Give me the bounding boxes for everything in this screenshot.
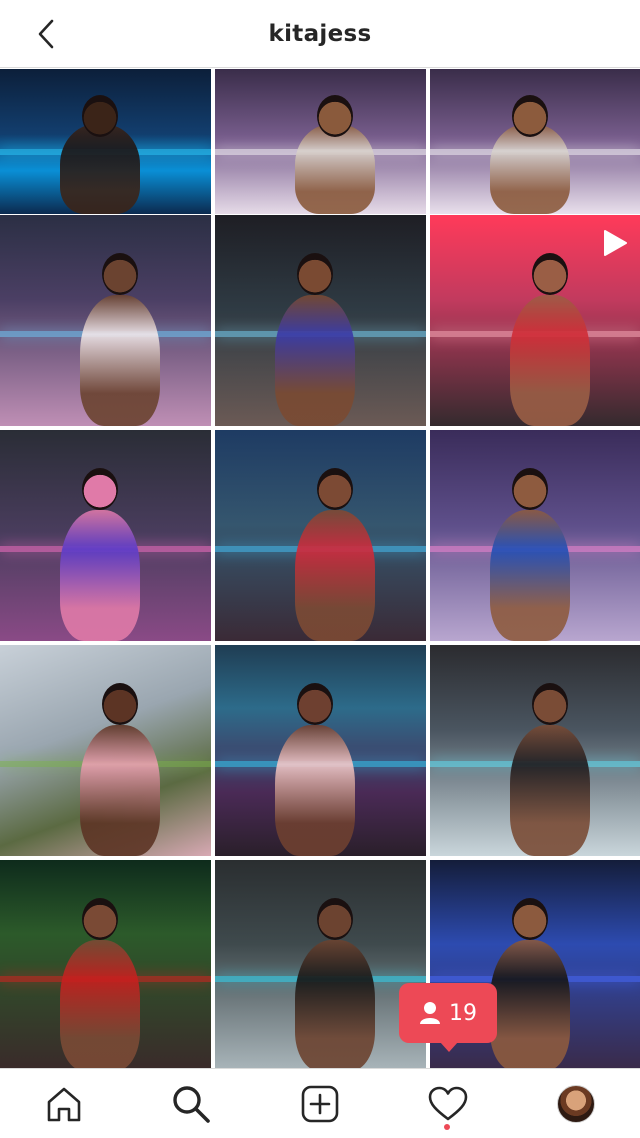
post-thumbnail[interactable] <box>430 215 640 426</box>
image-figure <box>490 510 570 641</box>
top-bar: kitajess <box>0 0 640 68</box>
home-icon <box>47 1087 81 1122</box>
image-figure <box>490 940 570 1068</box>
image-figure <box>80 295 160 426</box>
image-figure-head <box>102 682 138 725</box>
tab-home[interactable] <box>43 1083 85 1125</box>
post-thumbnail[interactable] <box>430 430 640 641</box>
post-thumbnail[interactable] <box>430 645 640 856</box>
image-figure-head <box>512 95 548 138</box>
post-thumbnail[interactable] <box>215 215 426 426</box>
post-thumbnail[interactable] <box>0 860 211 1068</box>
image-figure <box>80 725 160 856</box>
image-figure <box>275 295 355 426</box>
tab-activity[interactable] <box>427 1083 469 1125</box>
post-thumbnail[interactable] <box>215 430 426 641</box>
avatar <box>557 1085 595 1123</box>
image-figure <box>510 725 590 856</box>
image-figure-head <box>512 897 548 940</box>
image-figure <box>60 940 140 1068</box>
image-figure <box>295 940 375 1068</box>
image-figure-head <box>297 252 333 295</box>
image-figure-head <box>82 95 118 138</box>
image-figure <box>295 124 375 214</box>
follower-notification-badge[interactable]: 19 <box>399 983 497 1052</box>
post-thumbnail[interactable] <box>430 69 640 214</box>
heart-icon <box>428 1086 468 1121</box>
play-video-icon <box>604 230 627 256</box>
tab-search[interactable] <box>170 1083 212 1125</box>
plus-square-icon <box>301 1085 339 1123</box>
image-figure-head <box>102 252 138 295</box>
chevron-left-icon <box>38 19 54 49</box>
image-figure <box>295 510 375 641</box>
post-thumbnail[interactable] <box>0 69 211 214</box>
image-figure-head <box>512 467 548 510</box>
image-figure-head <box>317 897 353 940</box>
image-figure <box>60 510 140 641</box>
tab-new-post[interactable] <box>299 1083 341 1125</box>
post-thumbnail[interactable] <box>215 645 426 856</box>
search-icon <box>173 1086 210 1123</box>
post-thumbnail[interactable] <box>0 430 211 641</box>
post-thumbnail[interactable] <box>0 215 211 426</box>
notification-count: 19 <box>449 1000 477 1026</box>
image-figure-head <box>82 897 118 940</box>
bottom-tab-bar <box>0 1068 640 1138</box>
tab-profile[interactable] <box>555 1083 597 1125</box>
page-title: kitajess <box>268 20 372 47</box>
back-button[interactable] <box>26 14 66 54</box>
image-figure <box>490 124 570 214</box>
person-icon <box>420 1002 440 1024</box>
image-figure-head <box>297 682 333 725</box>
image-figure-head <box>82 467 118 510</box>
image-figure <box>275 725 355 856</box>
image-figure-head <box>532 682 568 725</box>
post-thumbnail[interactable] <box>0 645 211 856</box>
image-figure-head <box>317 467 353 510</box>
post-thumbnail[interactable] <box>215 860 426 1068</box>
image-figure <box>60 124 140 214</box>
image-figure-head <box>317 95 353 138</box>
image-figure-head <box>532 252 568 295</box>
image-figure <box>510 295 590 426</box>
post-thumbnail[interactable] <box>215 69 426 214</box>
activity-indicator-dot <box>444 1124 450 1130</box>
post-grid <box>0 69 640 1068</box>
